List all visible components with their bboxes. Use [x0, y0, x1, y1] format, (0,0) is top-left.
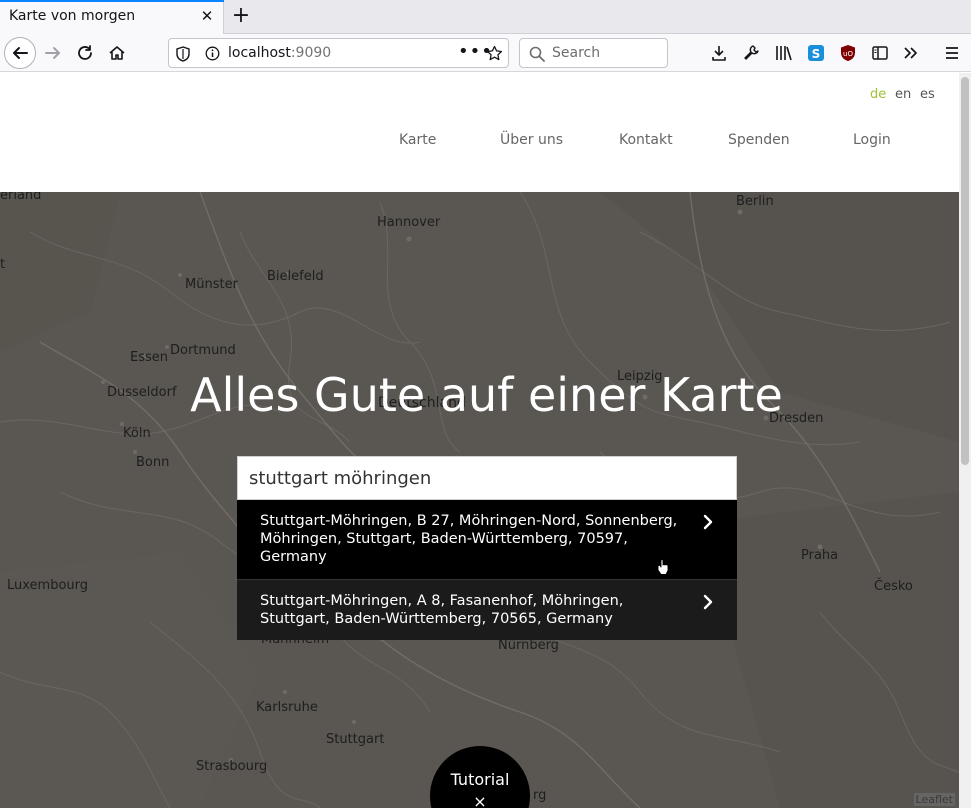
map[interactable]: erland Hannover Berlin Münster Bielefeld… [0, 192, 959, 808]
location-search-input[interactable] [237, 456, 737, 500]
language-en[interactable]: en [895, 87, 911, 102]
tab-active-indicator [0, 0, 224, 2]
close-icon[interactable]: ✕ [199, 8, 215, 24]
extension-s-icon[interactable]: S [806, 43, 826, 63]
reload-icon [78, 45, 92, 60]
bookmark-star-icon[interactable] [486, 45, 503, 62]
overflow-chevron-icon[interactable] [901, 43, 921, 63]
language-de[interactable]: de [870, 87, 886, 102]
search-result-item[interactable]: Stuttgart-Möhringen, A 8, Fasanenhof, Mö… [237, 579, 737, 640]
url-bar[interactable]: localhost:9090 ••• [168, 38, 509, 68]
map-label: Münster [185, 277, 238, 292]
home-icon [109, 46, 125, 60]
tab-title: Karte von morgen [9, 8, 136, 24]
info-icon[interactable] [205, 46, 220, 61]
map-label: rg [533, 788, 547, 803]
map-label: Bielefeld [267, 269, 324, 284]
map-label: Karlsruhe [256, 700, 318, 715]
wrench-icon[interactable] [741, 43, 761, 63]
map-label: erland [0, 192, 42, 203]
hero-title: Alles Gute auf einer Karte [190, 368, 783, 422]
url-text: localhost:9090 [228, 45, 331, 61]
reload-button[interactable] [69, 37, 101, 69]
site-header: de en es Karte Über uns Kontakt Spenden … [0, 73, 959, 192]
browser-toolbar: localhost:9090 ••• Search S uO [0, 34, 971, 72]
map-label: Strasbourg [196, 759, 268, 774]
page-scrollbar[interactable] [959, 73, 971, 808]
nav-item-spenden[interactable]: Spenden [728, 132, 790, 148]
plus-icon[interactable]: + [230, 4, 252, 28]
map-label: Praha [801, 548, 839, 563]
forward-button[interactable] [37, 37, 69, 69]
search-placeholder: Search [552, 45, 601, 61]
nav-item-karte[interactable]: Karte [399, 132, 436, 148]
tutorial-label: Tutorial [450, 770, 510, 789]
search-result-text: Stuttgart-Möhringen, A 8, Fasanenhof, Mö… [260, 593, 624, 627]
hamburger-menu-icon[interactable] [942, 43, 962, 63]
url-port: :9090 [290, 45, 332, 61]
search-icon [529, 46, 545, 62]
map-label: Stuttgart [326, 732, 385, 747]
svg-text:uO: uO [843, 50, 853, 58]
arrow-right-icon [45, 47, 60, 59]
map-label: Köln [123, 426, 151, 441]
downloads-icon[interactable] [709, 43, 729, 63]
map-label: Essen [130, 350, 168, 365]
back-button[interactable] [4, 37, 36, 69]
map-attribution[interactable]: Leaflet [913, 793, 955, 806]
nav-item-kontakt[interactable]: Kontakt [619, 132, 673, 148]
browser-tab-bar: Karte von morgen ✕ + [0, 0, 971, 34]
language-es[interactable]: es [920, 87, 935, 102]
browser-tab[interactable]: Karte von morgen ✕ [0, 0, 224, 34]
shield-icon[interactable] [176, 46, 190, 62]
nav-item-login[interactable]: Login [853, 132, 891, 148]
map-label: Luxembourg [7, 578, 89, 593]
map-label: Berlin [736, 194, 774, 209]
home-button[interactable] [101, 37, 133, 69]
close-icon[interactable]: × [430, 792, 530, 808]
arrow-left-icon [13, 47, 28, 59]
map-label: Bonn [136, 455, 170, 470]
svg-text:S: S [812, 47, 821, 61]
sidebar-icon[interactable] [870, 43, 890, 63]
browser-search-bar[interactable]: Search [519, 38, 668, 68]
scrollbar-thumb[interactable] [961, 77, 969, 465]
nav-item-ueber-uns[interactable]: Über uns [500, 132, 563, 148]
map-label: Česko [874, 579, 913, 594]
map-label: t [0, 257, 6, 272]
url-host: localhost [228, 45, 291, 61]
map-label: Hannover [377, 215, 441, 230]
map-label: Nürnberg [498, 638, 559, 653]
map-label: Dortmund [170, 343, 236, 358]
hand-cursor-icon [657, 559, 669, 575]
chevron-right-icon [703, 514, 713, 530]
ublock-icon[interactable]: uO [838, 43, 858, 63]
library-icon[interactable] [774, 43, 794, 63]
search-result-text: Stuttgart-Möhringen, B 27, Möhringen-Nor… [260, 513, 678, 565]
chevron-right-icon [703, 594, 713, 610]
